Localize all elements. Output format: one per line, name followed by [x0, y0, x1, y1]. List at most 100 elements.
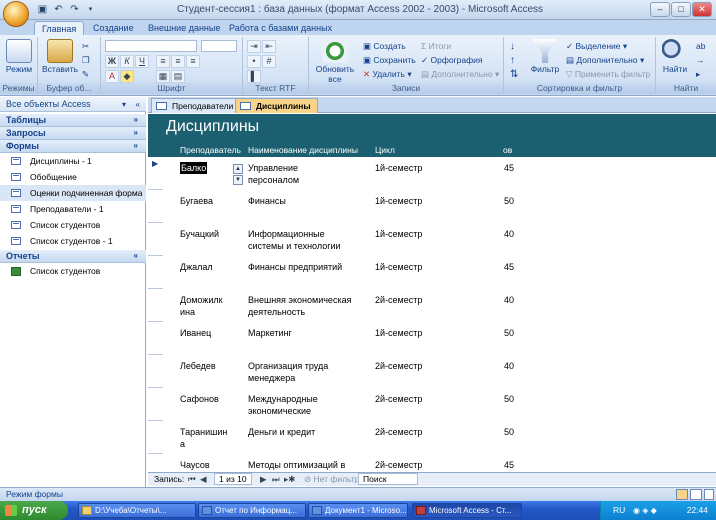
- undo-icon[interactable]: ↶: [52, 4, 65, 16]
- teacher-field[interactable]: Чаусов: [180, 459, 210, 471]
- nav-section-forms[interactable]: Формы «: [0, 140, 146, 153]
- start-button[interactable]: пуск: [0, 501, 68, 520]
- nav-section-reports[interactable]: Отчеты «: [0, 250, 146, 263]
- teacher-field[interactable]: Балко: [180, 162, 208, 174]
- hours-field[interactable]: 45: [504, 261, 514, 273]
- discipline-name-field[interactable]: Финансы: [248, 195, 286, 207]
- discipline-name-field[interactable]: Маркетинг: [248, 327, 292, 339]
- redo-icon[interactable]: ↷: [68, 4, 81, 16]
- nav-item-form[interactable]: Обобщение: [0, 169, 146, 185]
- maximize-button[interactable]: □: [671, 2, 691, 17]
- clear-sort-icon[interactable]: ⇅: [510, 69, 518, 80]
- hours-field[interactable]: 50: [504, 393, 514, 405]
- cycle-field[interactable]: 1й-семестр: [375, 195, 422, 207]
- search-box[interactable]: Поиск: [358, 473, 418, 485]
- hours-field[interactable]: 50: [504, 426, 514, 438]
- indent-icon[interactable]: ⇥: [247, 40, 261, 53]
- spin-down-icon[interactable]: ▼: [233, 175, 243, 185]
- tab-create[interactable]: Создание: [86, 21, 141, 35]
- align-right-icon[interactable]: ≡: [186, 55, 200, 68]
- hours-field[interactable]: 45: [504, 459, 514, 471]
- prev-record-icon[interactable]: ◀: [200, 473, 207, 486]
- nav-item-form[interactable]: Преподаватели - 1: [0, 201, 146, 217]
- replace-icon[interactable]: ab: [696, 41, 705, 51]
- discipline-name-field[interactable]: Информационные системы и технологии: [248, 228, 341, 252]
- toggle-filter-button[interactable]: ▽ Применить фильтр: [566, 69, 650, 80]
- more-records-button[interactable]: ▤ Дополнительно ▾: [421, 69, 499, 80]
- cycle-field[interactable]: 2й-семестр: [375, 426, 422, 438]
- cut-icon[interactable]: ✂: [82, 41, 89, 52]
- tray-icons[interactable]: ◉ ◈ ◆: [633, 501, 657, 520]
- nav-section-tables[interactable]: Таблицы »: [0, 114, 146, 127]
- fill-color-icon[interactable]: ◆: [120, 70, 134, 83]
- combo-spinner[interactable]: ▲ ▼: [233, 164, 243, 186]
- teacher-field[interactable]: Джалал: [180, 261, 213, 273]
- save-record-button[interactable]: ▣ Сохранить: [363, 55, 416, 66]
- form-view-icon[interactable]: [676, 489, 688, 500]
- shutter-bar-icon[interactable]: «: [136, 97, 140, 112]
- bullets-icon[interactable]: •: [247, 55, 261, 68]
- nav-dropdown-icon[interactable]: ▾: [122, 97, 126, 112]
- font-color-icon[interactable]: A: [105, 70, 119, 83]
- selection-button[interactable]: ✓ Выделение ▾: [566, 41, 627, 52]
- nav-item-form[interactable]: Дисциплины - 1: [0, 153, 146, 169]
- sort-asc-icon[interactable]: ↓: [510, 41, 515, 52]
- cycle-field[interactable]: 2й-семестр: [375, 459, 422, 471]
- nav-item-form[interactable]: Оценки подчиненная форма: [0, 185, 146, 201]
- hours-field[interactable]: 40: [504, 294, 514, 306]
- outdent-icon[interactable]: ⇤: [262, 40, 276, 53]
- doc-tab-teachers[interactable]: Преподаватели: [151, 98, 241, 113]
- teacher-field[interactable]: Бучацкий: [180, 228, 219, 240]
- italic-button[interactable]: К: [120, 55, 134, 68]
- taskbar-item-folder[interactable]: D:\Учеба\Отчеты\...: [78, 503, 196, 518]
- refresh-all-button[interactable]: Обновить все: [311, 39, 359, 84]
- bold-button[interactable]: Ж: [105, 55, 119, 68]
- cycle-field[interactable]: 1й-семестр: [375, 162, 422, 174]
- totals-button[interactable]: Σ Итоги: [421, 41, 451, 51]
- teacher-field[interactable]: Бугаева: [180, 195, 213, 207]
- discipline-name-field[interactable]: Управление персоналом: [248, 162, 299, 186]
- nav-section-queries[interactable]: Запросы »: [0, 127, 146, 140]
- discipline-name-field[interactable]: Методы оптимизаций в: [248, 459, 345, 471]
- filter-status[interactable]: ⊘ Нет фильтра: [304, 473, 364, 486]
- tab-database-tools[interactable]: Работа с базами данных: [222, 21, 339, 35]
- discipline-name-field[interactable]: Финансы предприятий: [248, 261, 342, 273]
- layout-view-icon[interactable]: [690, 489, 702, 500]
- minimize-button[interactable]: –: [650, 2, 670, 17]
- doc-tab-disciplines[interactable]: Дисциплины: [235, 98, 318, 113]
- format-painter-icon[interactable]: ✎: [82, 69, 89, 80]
- discipline-name-field[interactable]: Организация труда менеджера: [248, 360, 328, 384]
- filter-button[interactable]: Фильтр: [526, 39, 564, 74]
- hours-field[interactable]: 40: [504, 360, 514, 372]
- new-blank-record-icon[interactable]: ▸✱: [284, 473, 295, 486]
- close-button[interactable]: ✕: [692, 2, 712, 17]
- goto-icon[interactable]: →: [696, 55, 705, 65]
- advanced-filter-button[interactable]: ▤ Дополнительно ▾: [566, 55, 644, 66]
- spelling-button[interactable]: ✓ Орфография: [421, 55, 482, 66]
- taskbar-item-access[interactable]: Microsoft Access - Ст...: [412, 503, 522, 518]
- save-icon[interactable]: ▣: [36, 4, 49, 16]
- first-record-icon[interactable]: ⏮: [188, 473, 196, 486]
- teacher-field[interactable]: Иванец: [180, 327, 211, 339]
- hours-field[interactable]: 50: [504, 327, 514, 339]
- hours-field[interactable]: 50: [504, 195, 514, 207]
- delete-record-button[interactable]: ✕ Удалить ▾: [363, 69, 412, 80]
- select-icon[interactable]: ▸: [696, 69, 700, 80]
- last-record-icon[interactable]: ⏭: [272, 473, 280, 486]
- discipline-name-field[interactable]: Внешняя экономическая деятельность: [248, 294, 351, 318]
- highlight-icon[interactable]: ▌: [247, 70, 261, 83]
- design-view-icon[interactable]: [704, 489, 714, 500]
- nav-item-form[interactable]: Список студентов: [0, 217, 146, 233]
- cycle-field[interactable]: 2й-семестр: [375, 360, 422, 372]
- underline-button[interactable]: Ч: [135, 55, 149, 68]
- tab-external-data[interactable]: Внешние данные: [141, 21, 227, 35]
- cycle-field[interactable]: 1й-семестр: [375, 228, 422, 240]
- teacher-field[interactable]: Доможилк ина: [180, 294, 223, 318]
- sort-desc-icon[interactable]: ↑: [510, 55, 515, 66]
- qat-customize-icon[interactable]: ▾: [84, 4, 97, 16]
- copy-icon[interactable]: ❐: [82, 55, 90, 66]
- record-position[interactable]: 1 из 10: [214, 473, 252, 485]
- discipline-name-field[interactable]: Деньги и кредит: [248, 426, 315, 438]
- nav-pane-header[interactable]: Все объекты Access ▾ «: [0, 97, 146, 112]
- view-button[interactable]: Режим: [3, 39, 35, 74]
